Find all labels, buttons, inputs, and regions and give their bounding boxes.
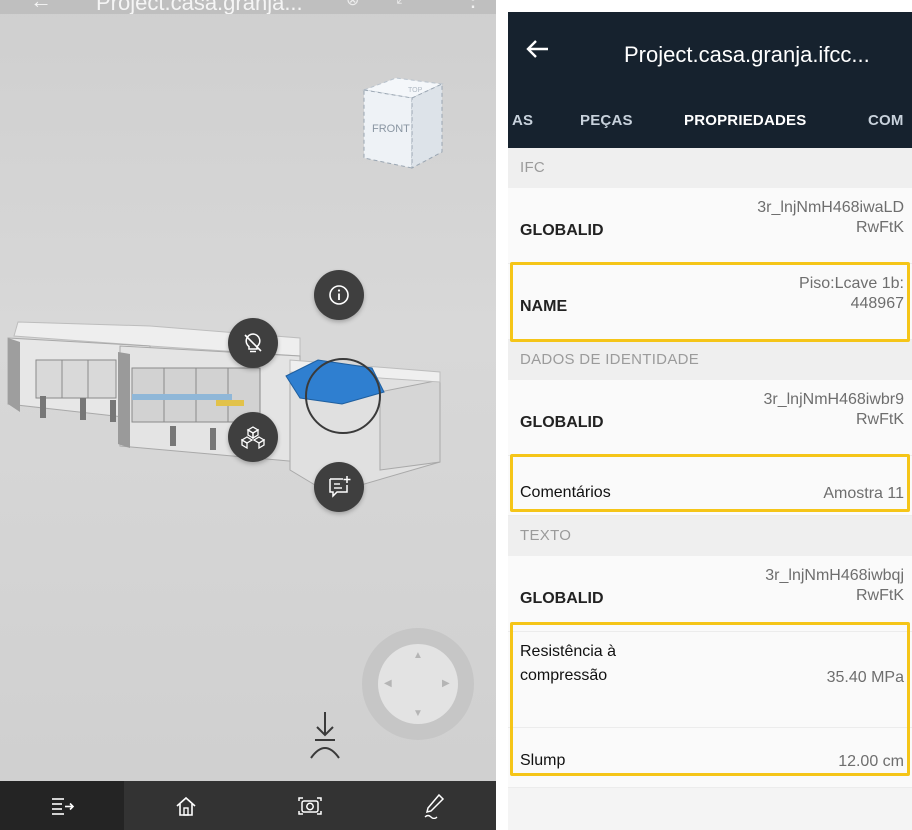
- info-button[interactable]: [314, 270, 364, 320]
- add-comment-button[interactable]: [314, 462, 364, 512]
- hide-element-button[interactable]: [228, 318, 278, 368]
- property-key: Comentários: [520, 484, 611, 501]
- section-header-texto: TEXTO: [508, 516, 912, 556]
- screenshot-composite: ← Project.casa.granja... ⊗ ⤢ ⋮: [0, 0, 912, 830]
- tab-propriedades[interactable]: PROPRIEDADES: [684, 108, 806, 148]
- property-key: Resistência à compressão: [520, 643, 617, 684]
- parts-icon: [240, 426, 266, 450]
- tab-pecas[interactable]: PEÇAS: [580, 108, 633, 148]
- tab-comentarios[interactable]: COM: [868, 108, 904, 148]
- tab-as[interactable]: AS: [512, 108, 533, 148]
- view-cube[interactable]: FRONT TOP: [350, 76, 450, 184]
- property-key: GLOBALID: [520, 222, 604, 239]
- app-header: Project.casa.granja.ifcc... AS PEÇAS PRO…: [508, 12, 912, 148]
- view-cube-top-label: TOP: [408, 87, 423, 94]
- property-value: 35.40 MPa: [826, 669, 904, 686]
- joystick-up-icon: ▲: [413, 650, 423, 661]
- property-row: Resistência à compressão 35.40 MPa: [508, 632, 912, 728]
- property-key: NAME: [520, 298, 568, 315]
- property-row: NAME Piso:Lcave 1b: 448967: [508, 264, 912, 340]
- pencil-icon: [424, 793, 445, 819]
- section-header-ifc: IFC: [508, 148, 912, 188]
- navigation-joystick[interactable]: ▲ ▼ ◀ ▶: [362, 628, 474, 740]
- property-row: Comentários Amostra 11: [508, 456, 912, 516]
- tab-bar: AS PEÇAS PROPRIEDADES COM: [508, 108, 912, 148]
- home-tool-button[interactable]: [124, 781, 248, 830]
- property-key: GLOBALID: [520, 590, 604, 607]
- camera-tool-button[interactable]: [248, 781, 372, 830]
- model-viewer-pane: ← Project.casa.granja... ⊗ ⤢ ⋮: [0, 0, 496, 830]
- property-row: Slump 12.00 cm: [508, 728, 912, 788]
- home-icon: [176, 796, 196, 816]
- markup-tool-button[interactable]: [372, 781, 496, 830]
- property-value: 3r_lnjNmH468iwbqj RwFtK: [765, 567, 904, 604]
- joystick-down-icon: ▼: [413, 708, 423, 719]
- selection-ring: [305, 358, 381, 434]
- info-icon: [329, 285, 349, 305]
- property-row: GLOBALID 3r_lnjNmH468iwbr9 RwFtK: [508, 380, 912, 456]
- hide-icon: [244, 333, 262, 353]
- joystick-left-icon: ◀: [384, 678, 392, 689]
- page-title: Project.casa.granja.ifcc...: [624, 42, 870, 67]
- camera-icon: [298, 796, 322, 815]
- viewer-bottom-toolbar: [0, 781, 496, 830]
- property-value: Piso:Lcave 1b: 448967: [799, 275, 904, 312]
- property-value: 12.00 cm: [838, 753, 904, 770]
- joystick-right-icon: ▶: [442, 678, 450, 689]
- property-value: Amostra 11: [823, 485, 904, 502]
- first-person-icon[interactable]: [305, 708, 345, 762]
- section-header-identity: DADOS DE IDENTIDADE: [508, 340, 912, 380]
- add-comment-icon: [329, 476, 351, 498]
- property-value: 3r_lnjNmH468iwaLD RwFtK: [757, 199, 904, 236]
- pane-divider: [496, 0, 508, 830]
- properties-icon: [52, 797, 75, 815]
- parts-button[interactable]: [228, 412, 278, 462]
- property-list: IFC GLOBALID 3r_lnjNmH468iwaLD RwFtK NAME…: [508, 148, 912, 788]
- properties-pane: Project.casa.granja.ifcc... AS PEÇAS PRO…: [508, 12, 912, 830]
- property-value: 3r_lnjNmH468iwbr9 RwFtK: [763, 391, 905, 428]
- property-row: GLOBALID 3r_lnjNmH468iwaLD RwFtK: [508, 188, 912, 264]
- view-cube-front-label: FRONT: [372, 123, 410, 135]
- back-arrow-icon[interactable]: [522, 34, 552, 64]
- property-row: GLOBALID 3r_lnjNmH468iwbqj RwFtK: [508, 556, 912, 632]
- property-key: Slump: [520, 752, 566, 769]
- properties-tool-button[interactable]: [0, 781, 124, 830]
- property-key: GLOBALID: [520, 414, 604, 431]
